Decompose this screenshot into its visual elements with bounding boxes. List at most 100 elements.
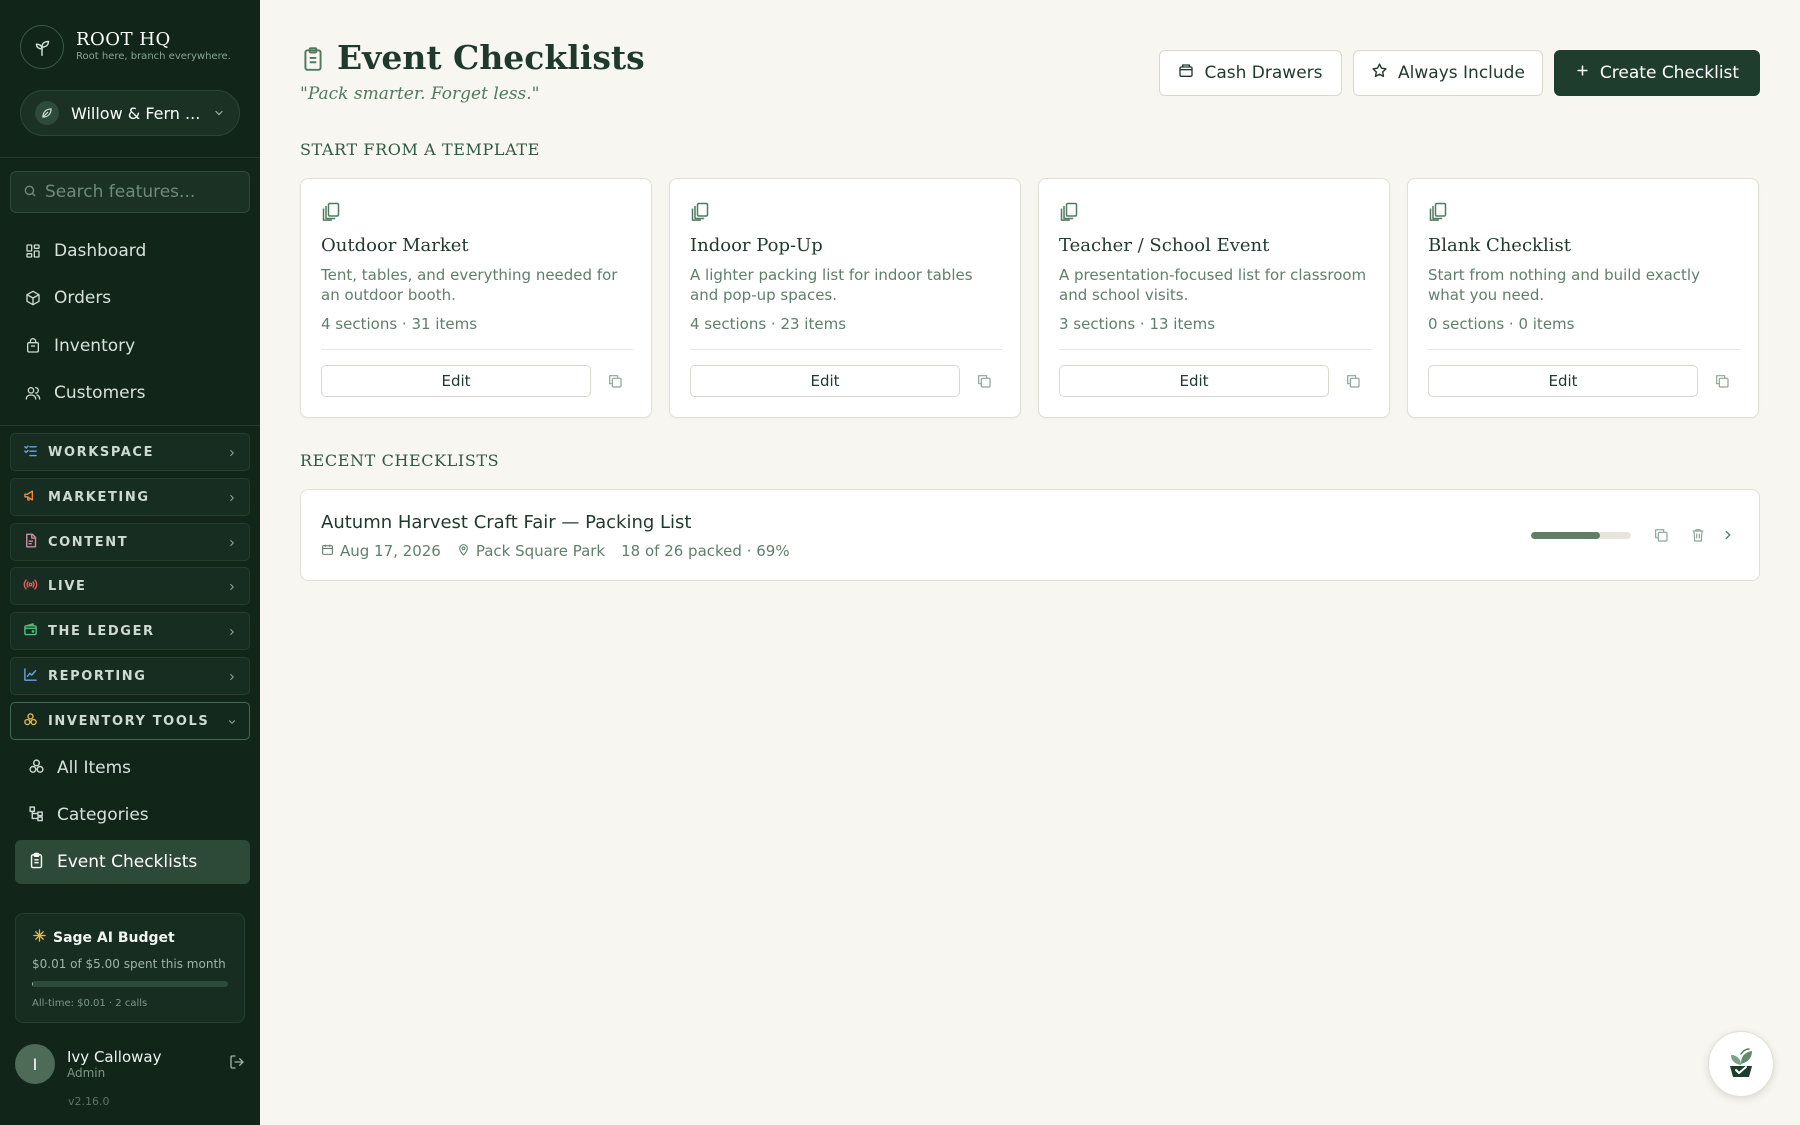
sprout-logo-icon: [20, 25, 64, 69]
avatar[interactable]: I: [15, 1044, 55, 1084]
nav-label: Dashboard: [54, 241, 147, 261]
button-label: Cash Drawers: [1204, 63, 1323, 83]
wallet-icon: [23, 622, 38, 641]
list-check-icon: [23, 443, 38, 462]
group-the-ledger[interactable]: THE LEDGER: [10, 612, 250, 650]
page-subtitle: "Pack smarter. Forget less.": [300, 84, 540, 104]
template-title: Blank Checklist: [1428, 235, 1571, 256]
group-label: THE LEDGER: [48, 623, 155, 639]
chevron-right-icon: [227, 443, 237, 462]
template-title: Indoor Pop-Up: [690, 235, 823, 256]
template-meta: 3 sections · 13 items: [1059, 315, 1216, 333]
always-include-button[interactable]: Always Include: [1353, 50, 1543, 96]
duplicate-icon[interactable]: [605, 371, 625, 391]
template-description: Start from nothing and build exactly wha…: [1428, 266, 1700, 304]
budget-title: Sage AI Budget: [53, 929, 175, 946]
group-workspace[interactable]: WORKSPACE: [10, 433, 250, 471]
brand[interactable]: ROOT HQ Root here, branch everywhere.: [20, 25, 231, 69]
subnav-event-checklists[interactable]: Event Checklists: [28, 848, 197, 876]
budget-spent: $0.01 of $5.00 spent this month: [32, 957, 226, 971]
subnav-label: Event Checklists: [57, 852, 198, 872]
duplicate-icon[interactable]: [1712, 371, 1732, 391]
edit-template-button[interactable]: Edit: [690, 365, 960, 397]
dashboard-icon: [24, 242, 42, 260]
search-input[interactable]: [45, 182, 235, 202]
template-meta: 4 sections · 31 items: [321, 315, 478, 333]
nav-inventory[interactable]: Inventory: [24, 332, 135, 360]
budget-alltime: All-time: $0.01 · 2 calls: [32, 998, 148, 1009]
page-title: Event Checklists: [337, 38, 645, 77]
register-icon: [1178, 63, 1194, 84]
checklist-progress-bar: [1531, 532, 1631, 539]
sprout-pot-icon: [1721, 1042, 1761, 1086]
template-card-teacher-school-event: Teacher / School Event A presentation-fo…: [1038, 178, 1390, 418]
chevron-right-icon: [227, 577, 237, 596]
template-title: Outdoor Market: [321, 235, 469, 256]
nav-dashboard[interactable]: Dashboard: [24, 237, 146, 265]
store-switcher[interactable]: Willow & Fern ...: [20, 90, 240, 136]
template-card-outdoor-market: Outdoor Market Tent, tables, and everyth…: [300, 178, 652, 418]
sidebar-divider: [0, 157, 260, 158]
ai-budget-panel: Sage AI Budget $0.01 of $5.00 spent this…: [15, 913, 245, 1023]
sidebar: ROOT HQ Root here, branch everywhere. Wi…: [0, 0, 260, 1125]
template-meta: 4 sections · 23 items: [690, 315, 847, 333]
template-meta: 0 sections · 0 items: [1428, 315, 1575, 333]
user-role: Admin: [67, 1066, 106, 1080]
clipboard-icon: [300, 45, 326, 77]
ai-assistant-button[interactable]: [1708, 1031, 1774, 1097]
group-inventory-tools[interactable]: INVENTORY TOOLS: [10, 702, 250, 740]
card-divider: [690, 349, 1002, 350]
chevron-right-icon[interactable]: [1718, 525, 1738, 545]
calendar-icon: [321, 542, 334, 560]
edit-template-button[interactable]: Edit: [1428, 365, 1698, 397]
chevron-right-icon: [227, 667, 237, 686]
user-name: Ivy Calloway: [67, 1048, 162, 1066]
nav-orders[interactable]: Orders: [24, 284, 111, 312]
nav-customers[interactable]: Customers: [24, 379, 145, 407]
create-checklist-button[interactable]: Create Checklist: [1554, 50, 1760, 96]
checklist-progress-fill: [1531, 532, 1600, 539]
template-description: Tent, tables, and everything needed for …: [321, 266, 618, 304]
search-icon: [23, 183, 37, 202]
trash-icon[interactable]: [1688, 525, 1708, 545]
chart-line-icon: [23, 667, 38, 686]
search-box: [10, 171, 250, 213]
template-title: Teacher / School Event: [1059, 235, 1270, 256]
duplicate-icon[interactable]: [1343, 371, 1363, 391]
card-divider: [1059, 349, 1371, 350]
leaf-icon: [35, 101, 59, 125]
card-divider: [1428, 349, 1740, 350]
group-content[interactable]: CONTENT: [10, 523, 250, 561]
group-live[interactable]: LIVE: [10, 567, 250, 605]
duplicate-icon[interactable]: [1651, 525, 1671, 545]
duplicate-icon[interactable]: [974, 371, 994, 391]
chevron-right-icon: [227, 622, 237, 641]
group-reporting[interactable]: REPORTING: [10, 657, 250, 695]
brand-tagline: Root here, branch everywhere.: [76, 51, 231, 62]
clipboard-icon: [28, 852, 45, 873]
star-icon: [1371, 62, 1388, 84]
recent-section-label: RECENT CHECKLISTS: [300, 451, 500, 470]
cash-drawers-button[interactable]: Cash Drawers: [1159, 50, 1342, 96]
edit-template-button[interactable]: Edit: [321, 365, 591, 397]
logout-icon[interactable]: [229, 1054, 245, 1074]
date-text: Aug 17, 2026: [340, 542, 441, 560]
edit-template-button[interactable]: Edit: [1059, 365, 1329, 397]
subnav-all-items[interactable]: All Items: [28, 754, 131, 782]
recent-checklist-row[interactable]: Autumn Harvest Craft Fair — Packing List…: [300, 489, 1760, 581]
subnav-categories[interactable]: Categories: [28, 801, 149, 829]
app-version: v2.16.0: [68, 1095, 110, 1108]
checklist-location: Pack Square Park: [457, 542, 605, 560]
copy-stack-icon: [690, 201, 710, 225]
boxes-icon: [23, 712, 38, 731]
location-text: Pack Square Park: [475, 542, 606, 560]
budget-progress-bar: [32, 981, 228, 987]
template-card-blank-checklist: Blank Checklist Start from nothing and b…: [1407, 178, 1759, 418]
nav-label: Inventory: [54, 336, 136, 356]
group-label: REPORTING: [48, 668, 147, 684]
card-divider: [321, 349, 633, 350]
group-marketing[interactable]: MARKETING: [10, 478, 250, 516]
copy-stack-icon: [321, 201, 341, 225]
copy-stack-icon: [1428, 201, 1448, 225]
brand-name: ROOT HQ: [76, 29, 171, 50]
